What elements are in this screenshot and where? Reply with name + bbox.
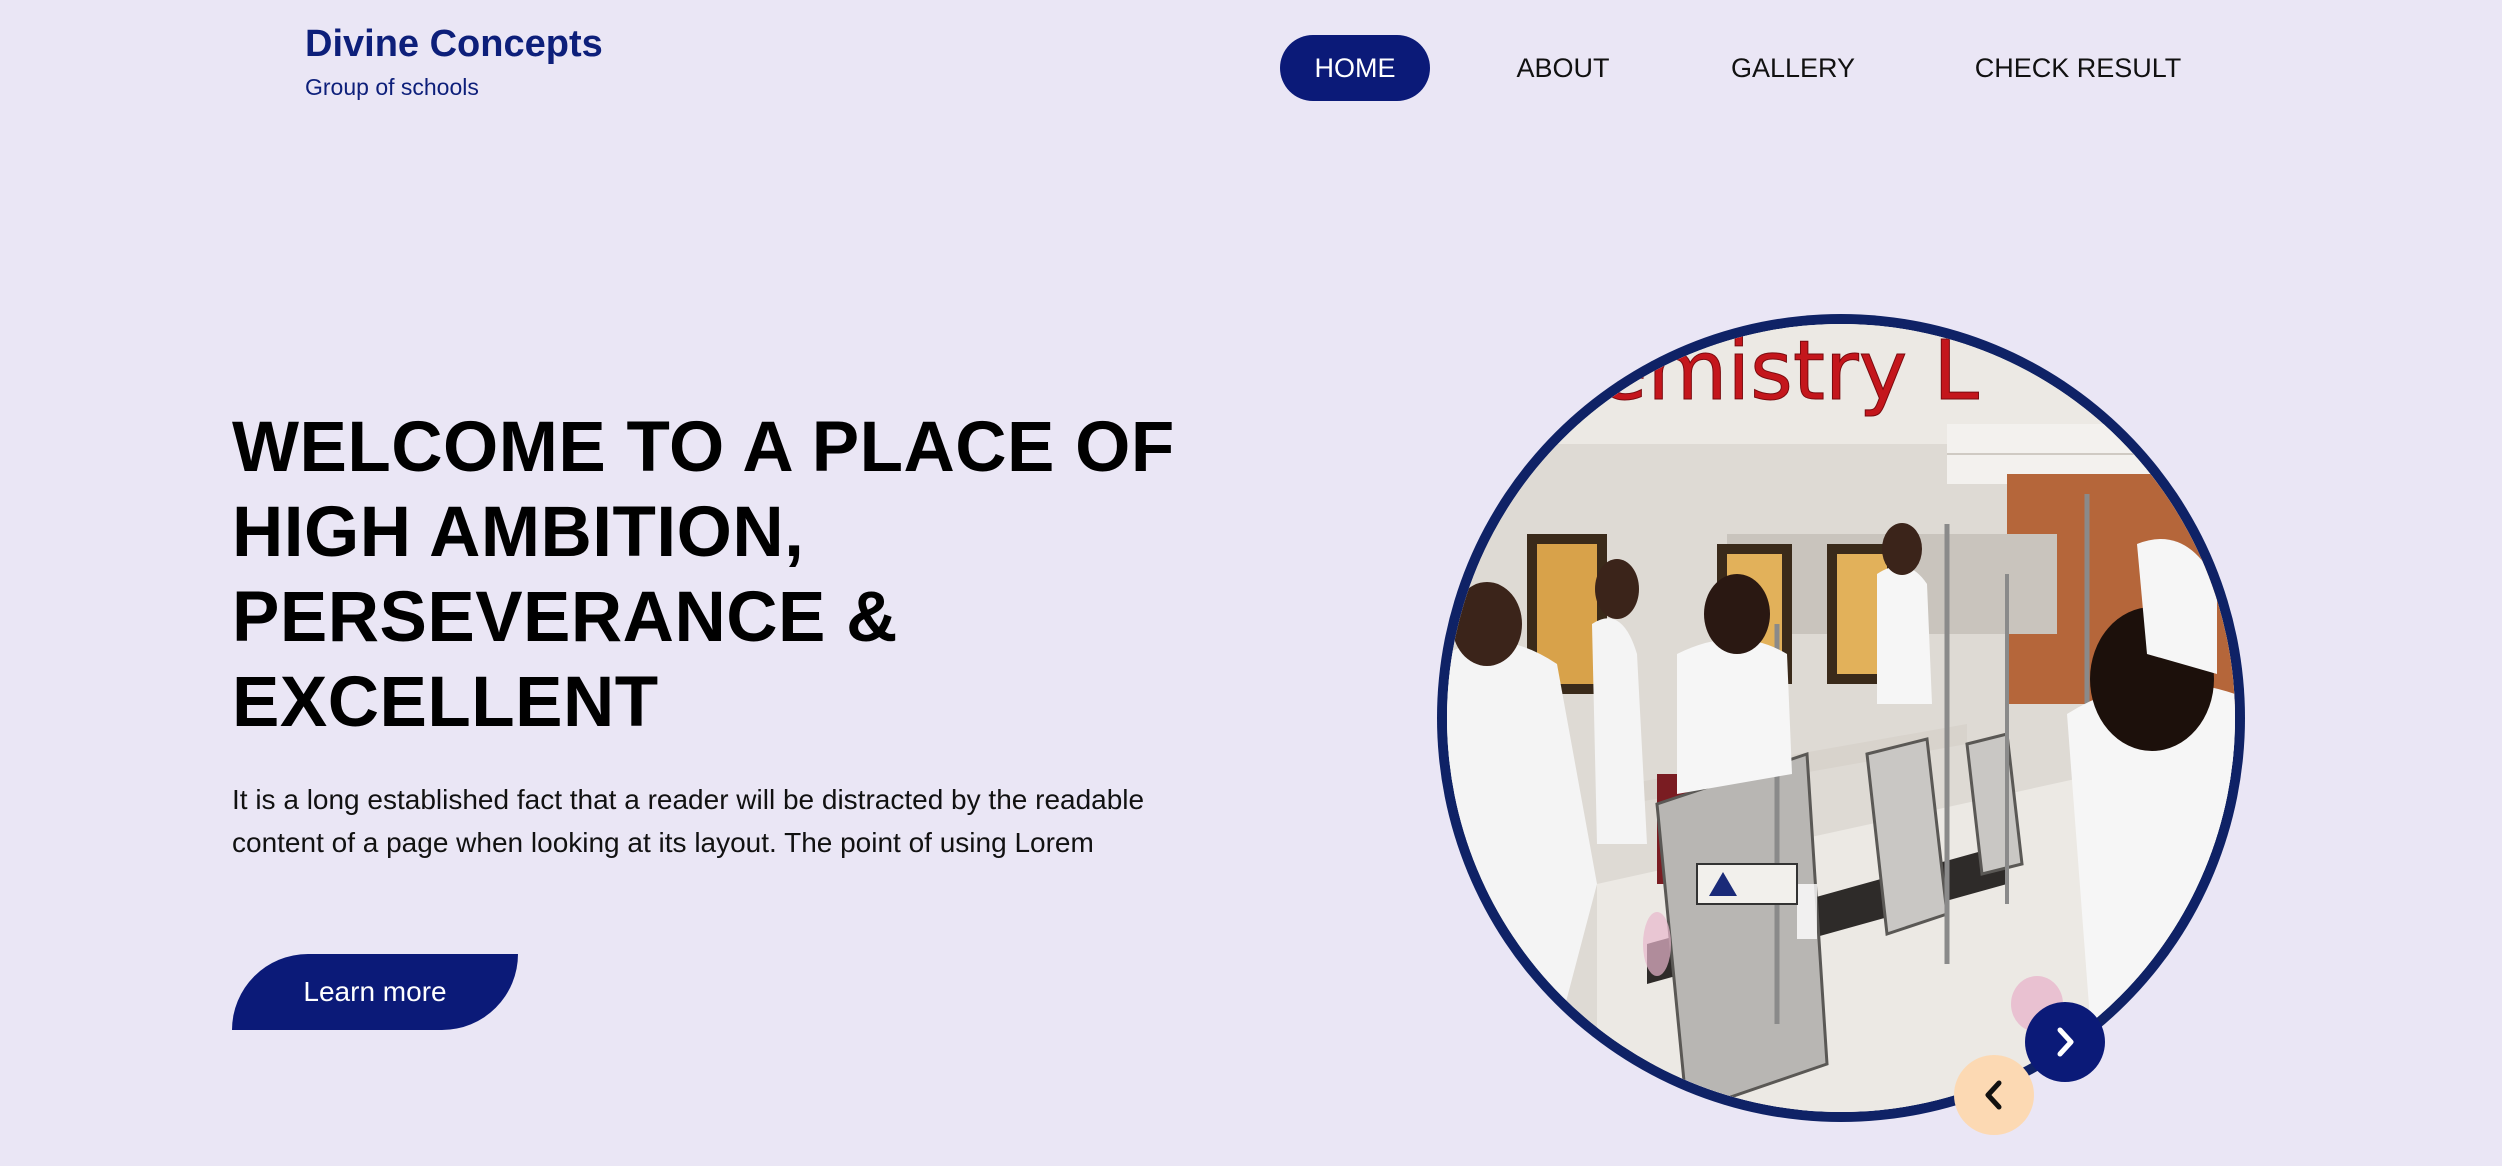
nav-item-gallery[interactable]: GALLERY [1720, 35, 1866, 101]
page-bottom-divider [0, 1166, 2502, 1170]
hero-description-line: It is a long established fact that a rea… [232, 784, 1145, 815]
nav-item-home[interactable]: HOME [1280, 35, 1430, 101]
next-slide-button[interactable] [2025, 1002, 2105, 1082]
hero-title-line: HIGH AMBITION, [232, 493, 805, 572]
main-nav: HOME ABOUT GALLERY CHECK RESULT [0, 35, 2502, 101]
chemistry-lab-illustration: emistry L [1447, 324, 2235, 1112]
prev-slide-button[interactable] [1954, 1055, 2034, 1135]
chevron-left-icon [1985, 1080, 2002, 1110]
hero-description: It is a long established fact that a rea… [232, 778, 1212, 864]
lab-sign-text: emistry L [1597, 324, 1979, 419]
hero-description-line: content of a page when looking at its la… [232, 827, 1094, 858]
chemistry-lab-image: emistry L [1447, 324, 2235, 1112]
hero-title-line: EXCELLENT [232, 663, 659, 742]
nav-item-check-result[interactable]: CHECK RESULT [1966, 35, 2190, 101]
chevron-right-icon [2057, 1027, 2074, 1057]
learn-more-button[interactable]: Learn more [232, 954, 518, 1030]
hero-title-line: WELCOME TO A PLACE OF [232, 408, 1175, 487]
hero-title-line: PERSEVERANCE & [232, 578, 898, 657]
hero-image-frame: emistry L [1437, 314, 2245, 1122]
nav-item-about[interactable]: ABOUT [1498, 35, 1628, 101]
hero-title: WELCOME TO A PLACE OF HIGH AMBITION, PER… [232, 405, 1232, 745]
